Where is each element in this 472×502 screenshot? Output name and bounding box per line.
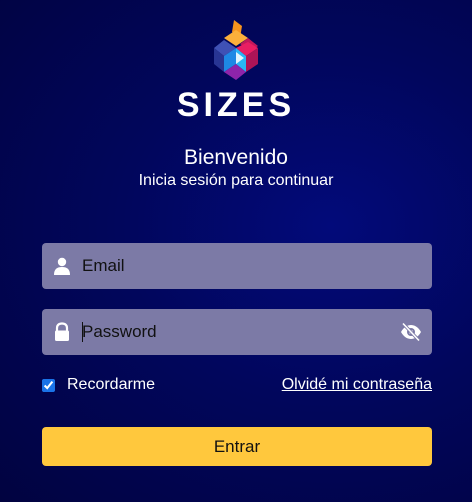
sizes-cube-logo-icon bbox=[214, 20, 258, 80]
login-button[interactable]: Entrar bbox=[42, 427, 432, 466]
email-input[interactable] bbox=[82, 243, 382, 289]
user-icon bbox=[54, 257, 70, 275]
page-subtitle: Inicia sesión para continuar bbox=[138, 172, 334, 189]
password-input[interactable] bbox=[82, 309, 382, 355]
email-field-wrapper bbox=[42, 243, 432, 289]
forgot-password-link[interactable]: Olvidé mi contraseña bbox=[282, 376, 432, 394]
remember-checkbox[interactable] bbox=[42, 378, 55, 392]
logo bbox=[0, 18, 472, 82]
eye-slash-icon[interactable] bbox=[400, 322, 422, 342]
remember-label: Recordarme bbox=[67, 376, 156, 393]
lock-icon bbox=[55, 322, 69, 341]
password-field-wrapper bbox=[42, 309, 432, 355]
text-cursor bbox=[82, 322, 83, 342]
brand-name: SIZES bbox=[176, 86, 296, 124]
remember-me[interactable]: Recordarme bbox=[42, 376, 155, 394]
page-title: Bienvenido bbox=[184, 146, 288, 169]
